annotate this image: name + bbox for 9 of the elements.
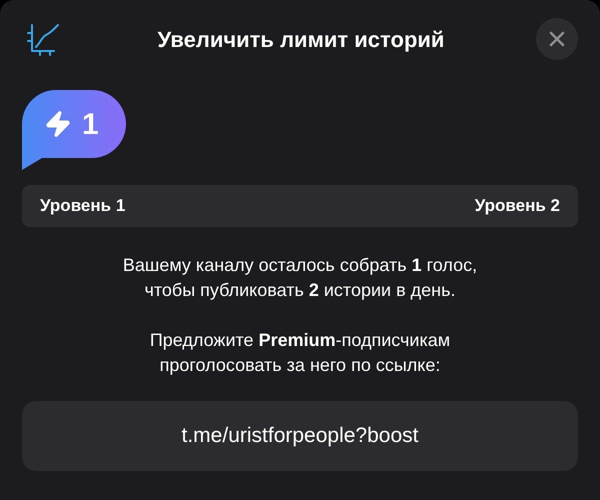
- info-text: Вашему каналу осталось собрать 1 голос, чтобы публиковать 2 истории в день.: [122, 254, 478, 302]
- info-text: Предложите Premium-подписчикам проголосовать за него по ссылке:: [150, 329, 450, 377]
- dialog-title: Увеличить лимит историй: [158, 26, 444, 54]
- boost-link[interactable]: t.me/uristforpeople?boost: [22, 401, 578, 471]
- current-level: Уровень 1: [40, 195, 126, 218]
- boost-count: 1: [82, 106, 99, 142]
- next-level: Уровень 2: [474, 195, 560, 218]
- bolt-icon: [44, 110, 72, 138]
- close-button[interactable]: [536, 18, 578, 60]
